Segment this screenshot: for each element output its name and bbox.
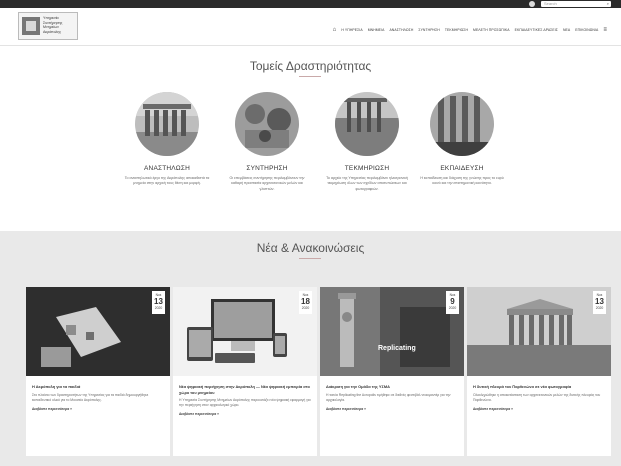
title-divider: [299, 258, 321, 259]
date-day: 18: [301, 297, 310, 306]
nav-item-studies[interactable]: ΜΕΛΕΤΗ ΠΡΟΣΩΠΙΚΑ: [473, 28, 510, 32]
activity-text: Η εκπαίδευση και διάχυση της γνώσης προς…: [420, 176, 504, 186]
nav-item-news[interactable]: ΝΕΑ: [563, 28, 570, 32]
page: Search ⌕ Υπηρεσία Συντήρησης Μνημείων Ακ…: [0, 0, 621, 466]
date-day: 13: [154, 297, 163, 306]
activity-image[interactable]: [135, 92, 199, 156]
top-bar: Search ⌕: [0, 0, 621, 8]
news-card-image[interactable]: Replicating Νοε 9 2020: [320, 287, 464, 376]
activity-title: ΤΕΚΜΗΡΙΩΣΗ: [344, 165, 390, 172]
home-icon[interactable]: ⌂: [333, 27, 337, 33]
news-card[interactable]: Νοε 13 2020 Η δυτική πλευρά του Παρθενών…: [467, 287, 611, 456]
news-card[interactable]: Replicating Νοε 9 2020 Διάκριση για την …: [320, 287, 464, 456]
nav-item-documentation[interactable]: ΤΕΚΜΗΡΙΩΣΗ: [445, 28, 468, 32]
news-date: Νοε 18 2020: [299, 291, 312, 314]
news-section: Νέα & Ανακοινώσεις Νοε 13 2020 Η Ακρόπολ…: [0, 231, 621, 466]
nav-item-education[interactable]: ΕΚΠΑΙΔΕΥΤΙΚΕΣ ΔΡΑΣΕΙΣ: [515, 28, 558, 32]
activity-image[interactable]: [235, 92, 299, 156]
news-card[interactable]: Νοε 13 2020 Η Ακρόπολη για τα παιδιά Στο…: [26, 287, 170, 456]
news-excerpt: Η ταινία Replicating the Acropolis τιμήθ…: [326, 392, 451, 402]
news-date: Νοε 9 2020: [446, 291, 459, 314]
menu-icon[interactable]: ≡: [603, 27, 607, 33]
nav-item-conservation[interactable]: ΣΥΝΤΗΡΗΣΗ: [418, 28, 439, 32]
activity-image[interactable]: [335, 92, 399, 156]
date-year: 2020: [154, 306, 163, 310]
activity-title: ΣΥΝΤΗΡΗΣΗ: [246, 165, 288, 172]
date-year: 2020: [448, 306, 457, 310]
activities-title: Τομείς Δραστηριότητας: [249, 59, 372, 73]
activities-section: Τομείς Δραστηριότητας ΑΝΑΣΤΗΛΩΣΗ Το ανασ: [0, 47, 621, 231]
date-day: 13: [595, 297, 604, 306]
news-date: Νοε 13 2020: [152, 291, 165, 314]
news-excerpt: Στο πλαίσιο των δραστηριοτήτων της Υπηρε…: [32, 392, 149, 402]
title-divider: [299, 76, 321, 77]
logo-text: Υπηρεσία Συντήρησης Μνημείων Ακρόπολης: [43, 16, 77, 34]
site-logo[interactable]: Υπηρεσία Συντήρησης Μνημείων Ακρόπολης: [18, 12, 78, 40]
read-more-link[interactable]: Διαβάστε περισσότερα »: [326, 407, 458, 411]
logo-mark-icon: [22, 17, 40, 35]
news-title[interactable]: Νέα ψηφιακή περιήγηση στην Ακρόπολη — Νέ…: [179, 384, 311, 395]
activity-text: Το αρχείο της Υπηρεσίας περιλαμβάνει ηλε…: [326, 176, 408, 191]
user-icon[interactable]: [529, 1, 535, 7]
search-input[interactable]: Search ⌕: [541, 1, 611, 7]
read-more-link[interactable]: Διαβάστε περισσότερα »: [473, 407, 605, 411]
activity-restoration[interactable]: ΑΝΑΣΤΗΛΩΣΗ Το αναστηλωτικό έργο της Ακρό…: [122, 92, 212, 187]
read-more-link[interactable]: Διαβάστε περισσότερα »: [179, 412, 311, 416]
date-year: 2020: [301, 306, 310, 310]
news-date: Νοε 13 2020: [593, 291, 606, 314]
activity-documentation[interactable]: ΤΕΚΜΗΡΙΩΣΗ Το αρχείο της Υπηρεσίας περιλ…: [322, 92, 412, 192]
search-placeholder: Search: [544, 1, 557, 6]
news-card-image[interactable]: Νοε 13 2020: [467, 287, 611, 376]
news-title[interactable]: Διάκριση για την Ομάδα της ΥΣΜΑ: [326, 384, 458, 390]
news-card[interactable]: Νοε 18 2020 Νέα ψηφιακή περιήγηση στην Α…: [173, 287, 317, 456]
nav-item-restoration[interactable]: ΑΝΑΣΤΗΛΩΣΗ: [389, 28, 413, 32]
nav-item-monuments[interactable]: ΜΝΗΜΕΙΑ: [368, 28, 385, 32]
nav-item-service[interactable]: Η ΥΠΗΡΕΣΙΑ: [341, 28, 362, 32]
activity-title: ΑΝΑΣΤΗΛΩΣΗ: [144, 165, 190, 172]
news-card-image[interactable]: Νοε 13 2020: [26, 287, 170, 376]
logo-line: Ακρόπολης: [43, 29, 62, 34]
activity-education[interactable]: ΕΚΠΑΙΔΕΥΣΗ Η εκπαίδευση και διάχυση της …: [417, 92, 507, 187]
site-header: Υπηρεσία Συντήρησης Μνημείων Ακρόπολης ⌂…: [0, 8, 621, 46]
main-nav: ⌂ Η ΥΠΗΡΕΣΙΑ ΜΝΗΜΕΙΑ ΑΝΑΣΤΗΛΩΣΗ ΣΥΝΤΗΡΗΣ…: [333, 27, 607, 33]
news-title[interactable]: Η Ακρόπολη για τα παιδιά: [32, 384, 164, 390]
activity-text: Το αναστηλωτικό έργο της Ακρόπολης αποκα…: [124, 176, 210, 186]
image-caption: Replicating: [378, 345, 416, 352]
news-excerpt: Ολοκληρώθηκε η αποκατάσταση των αρχιτεκτ…: [473, 392, 601, 402]
activity-image[interactable]: [430, 92, 494, 156]
news-excerpt: Η Υπηρεσία Συντήρησης Μνημείων Ακρόπολης…: [179, 398, 311, 407]
nav-item-contact[interactable]: ΕΠΙΚΟΙΝΩΝΙΑ: [575, 28, 598, 32]
news-title: Νέα & Ανακοινώσεις: [256, 241, 365, 255]
activity-title: ΕΚΠΑΙΔΕΥΣΗ: [440, 165, 484, 172]
news-card-image[interactable]: Νοε 18 2020: [173, 287, 317, 376]
read-more-link[interactable]: Διαβάστε περισσότερα »: [32, 407, 164, 411]
search-icon[interactable]: ⌕: [607, 1, 609, 7]
activity-text: Οι επεμβάσεις συντήρησης περιλαμβάνουν τ…: [229, 176, 305, 191]
activity-conservation[interactable]: ΣΥΝΤΗΡΗΣΗ Οι επεμβάσεις συντήρησης περιλ…: [222, 92, 312, 192]
news-title[interactable]: Η δυτική πλευρά του Παρθενώνα σε νέα φωτ…: [473, 384, 605, 390]
date-year: 2020: [595, 306, 604, 310]
date-day: 9: [450, 297, 455, 306]
